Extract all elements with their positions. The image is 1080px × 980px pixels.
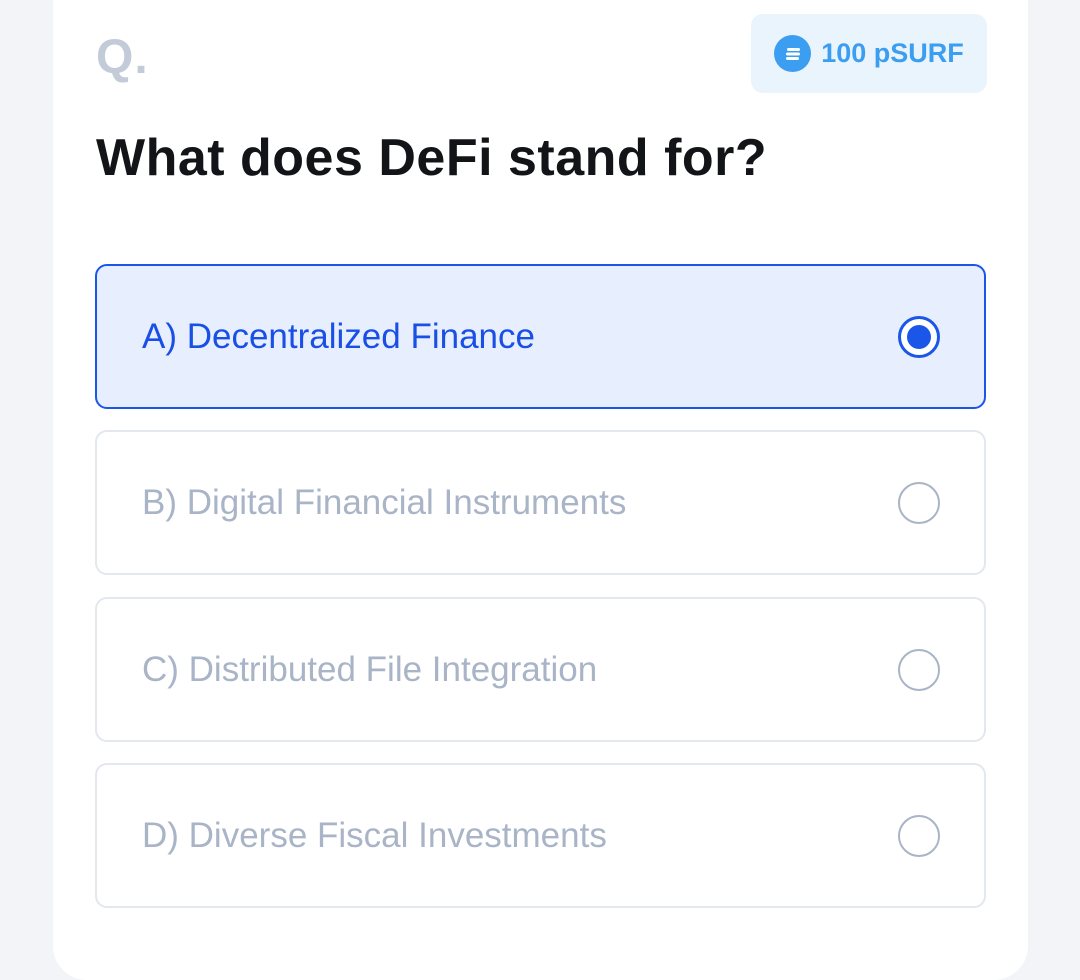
question-text: What does DeFi stand for?	[96, 129, 768, 187]
reward-amount: 100 pSURF	[821, 38, 964, 68]
question-label: Q.	[96, 31, 149, 84]
radio-selected-icon[interactable]	[898, 315, 940, 358]
option-label: B) Digital Financial Instruments	[142, 482, 627, 522]
option-c[interactable]: C) Distributed File Integration	[95, 597, 986, 742]
option-a[interactable]: A) Decentralized Finance	[95, 264, 986, 409]
token-icon	[774, 35, 812, 72]
reward-badge: 100 pSURF	[751, 14, 987, 93]
option-b[interactable]: B) Digital Financial Instruments	[95, 430, 986, 575]
option-d[interactable]: D) Diverse Fiscal Investments	[95, 763, 986, 908]
option-label: C) Distributed File Integration	[142, 649, 598, 689]
radio-unselected-icon[interactable]	[898, 648, 940, 691]
radio-unselected-icon[interactable]	[898, 814, 940, 857]
radio-unselected-icon[interactable]	[898, 481, 940, 524]
option-label: A) Decentralized Finance	[142, 316, 535, 356]
option-label: D) Diverse Fiscal Investments	[142, 815, 607, 855]
